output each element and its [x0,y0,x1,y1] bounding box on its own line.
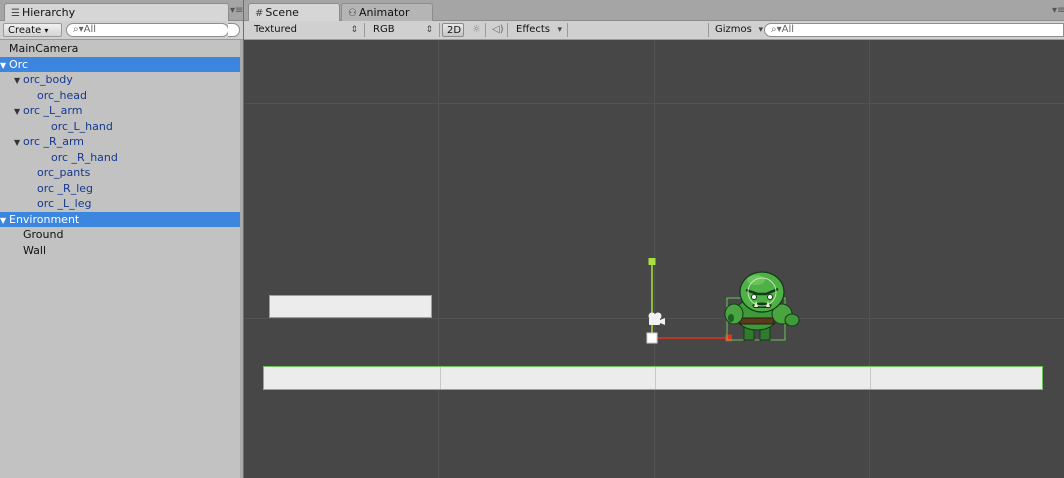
hierarchy-row[interactable]: orc _R_leg [0,181,277,197]
tab-hierarchy[interactable]: ☰ Hierarchy [4,3,229,21]
hierarchy-row-label: orc _R_arm [23,135,84,148]
hierarchy-tab-bar: ☰ Hierarchy ▾≡ [0,0,243,21]
animator-icon: ⚇ [348,8,357,19]
dropdown-arrow-icon: ⇕ [350,25,358,35]
search-cancel-button[interactable] [228,23,240,37]
hash-icon: # [255,8,264,19]
hierarchy-row-label: Ground [23,228,64,241]
speaker-icon: ◁) [492,24,504,35]
hierarchy-row-label: orc _R_leg [37,181,94,195]
hierarchy-row-label: MainCamera [9,42,79,55]
hierarchy-row[interactable]: MainCamera [0,41,249,57]
dropdown-arrow-icon: ▾ [44,26,49,35]
hierarchy-row[interactable]: orc_pants [0,165,277,181]
ground-object[interactable] [263,366,1043,390]
scene-toolbar: Textured ⇕ RGB ⇕ 2D ☼ ◁) Effects ▾ Gizmos ▾ … [244,21,1064,40]
dropdown-arrow-icon: ▾ [557,25,562,35]
search-icon: ⌕▾ [771,24,782,35]
orc-sprite[interactable] [722,270,808,344]
ground-seam [870,367,871,389]
expand-triangle-icon[interactable]: ▼ [14,73,23,89]
dropdown-arrow-icon: ▾ [758,25,763,35]
create-button[interactable]: Create ▾ [3,23,62,37]
hierarchy-row-label: orc _R_hand [51,150,118,164]
wall-object[interactable] [269,295,432,318]
hierarchy-toolbar: Create ▾ ⌕▾All [0,21,243,40]
expand-triangle-icon[interactable]: ▼ [0,58,9,74]
expand-triangle-icon[interactable]: ▼ [0,213,9,229]
scene-viewport[interactable] [244,40,1064,478]
scene-panel-menu-icon[interactable]: ▾≡ [1052,5,1064,16]
hierarchy-row-label: Environment [9,212,80,226]
hierarchy-row-label: orc_L_hand [51,119,113,133]
hierarchy-row[interactable]: Ground [0,227,263,243]
y-axis-cap[interactable] [648,258,656,265]
render-mode-dropdown[interactable]: RGB ⇕ [365,23,440,37]
hierarchy-row[interactable]: ▼ orc_body [0,72,254,88]
hierarchy-panel: ☰ Hierarchy ▾≡ Create ▾ ⌕▾All MainCamera ▼… [0,0,243,478]
hierarchy-row[interactable]: ▼ Orc [0,56,240,74]
hierarchy-search-input[interactable]: ⌕▾All [66,23,229,37]
hierarchy-row-label: Orc [9,57,28,71]
hierarchy-row[interactable]: orc _L_leg [0,196,277,212]
expand-triangle-icon[interactable]: ▼ [14,104,23,120]
sun-icon: ☼ [472,24,481,35]
hierarchy-row-label: orc _L_leg [37,197,92,210]
hierarchy-list: MainCamera ▼ Orc ▼ orc_body orc_head ▼ orc _L_a… [0,41,243,258]
camera-icon[interactable] [646,311,668,327]
panel-menu-icon[interactable]: ▾≡ [230,5,243,16]
2d-mode-toggle[interactable]: 2D [442,23,464,37]
grid-line [438,40,439,478]
scene-audio-toggle[interactable]: ◁) [486,23,508,37]
ground-seam [655,367,656,389]
scene-search-input[interactable]: ⌕▾All [764,23,1064,37]
hierarchy-row[interactable]: Wall [0,243,263,259]
list-icon: ☰ [11,8,20,19]
hierarchy-row-label: orc_pants [37,166,91,179]
gizmos-dropdown[interactable]: Gizmos ▾ [708,23,766,37]
dropdown-arrow-icon: ⇕ [425,25,433,35]
hierarchy-row[interactable]: ▼ orc _R_arm [0,134,254,150]
expand-triangle-icon[interactable]: ▼ [14,135,23,151]
effects-dropdown[interactable]: Effects ▾ [510,23,568,37]
hierarchy-row-label: Wall [23,243,47,257]
search-icon: ⌕▾ [73,24,84,35]
scene-tab-bar: # Scene ⚇ Animator ▾≡ [244,0,1064,21]
shading-mode-dropdown[interactable]: Textured ⇕ [244,23,365,37]
scene-lighting-toggle[interactable]: ☼ [466,23,486,37]
grid-line [869,40,870,478]
center-handle[interactable] [646,332,658,344]
hierarchy-row-label: orc _L_arm [23,104,83,117]
tab-scene[interactable]: # Scene [248,3,340,21]
hierarchy-row[interactable]: ▼ orc _L_arm [0,103,254,119]
hierarchy-row[interactable]: orc_head [0,88,277,104]
hierarchy-row[interactable]: ▼ Environment [0,211,240,229]
hierarchy-row-label: orc_head [37,88,88,102]
tab-animator[interactable]: ⚇ Animator [341,3,433,21]
hierarchy-row-label: orc_body [23,73,73,86]
ground-seam [440,367,441,389]
grid-line [244,103,1064,104]
